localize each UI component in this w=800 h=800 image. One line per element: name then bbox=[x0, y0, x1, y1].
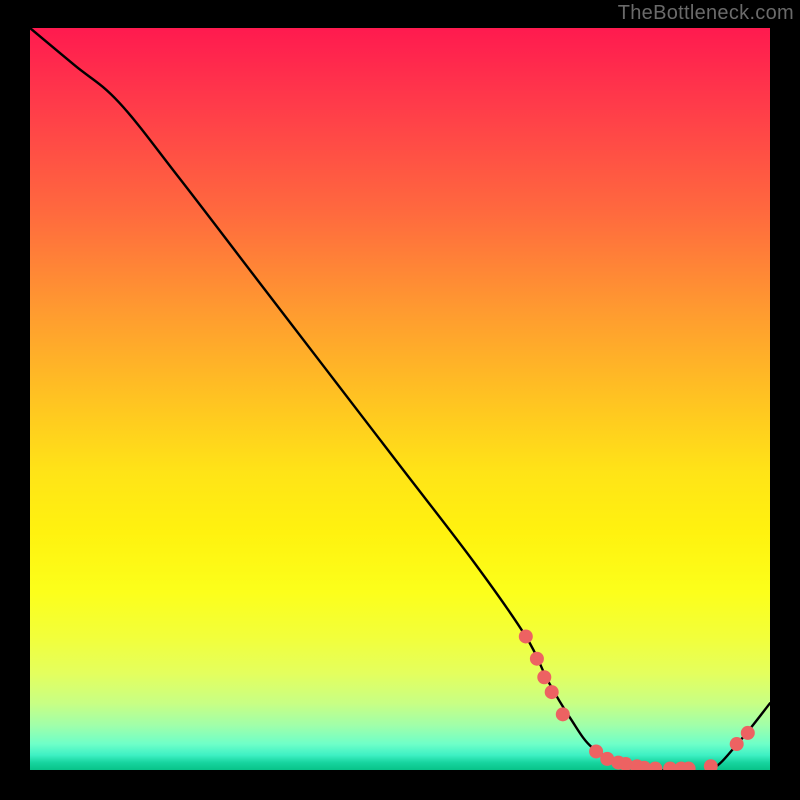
plot-area bbox=[30, 28, 770, 770]
data-marker bbox=[730, 737, 744, 751]
data-marker bbox=[537, 670, 551, 684]
data-marker bbox=[556, 707, 570, 721]
curve-layer bbox=[30, 28, 770, 770]
data-marker bbox=[519, 629, 533, 643]
data-marker bbox=[530, 652, 544, 666]
bottleneck-curve bbox=[30, 28, 770, 770]
data-marker bbox=[648, 762, 662, 770]
chart-frame: TheBottleneck.com bbox=[0, 0, 800, 800]
data-marker bbox=[545, 685, 559, 699]
data-marker bbox=[741, 726, 755, 740]
marker-group bbox=[519, 629, 755, 770]
data-marker bbox=[704, 759, 718, 770]
watermark-text: TheBottleneck.com bbox=[618, 2, 794, 25]
